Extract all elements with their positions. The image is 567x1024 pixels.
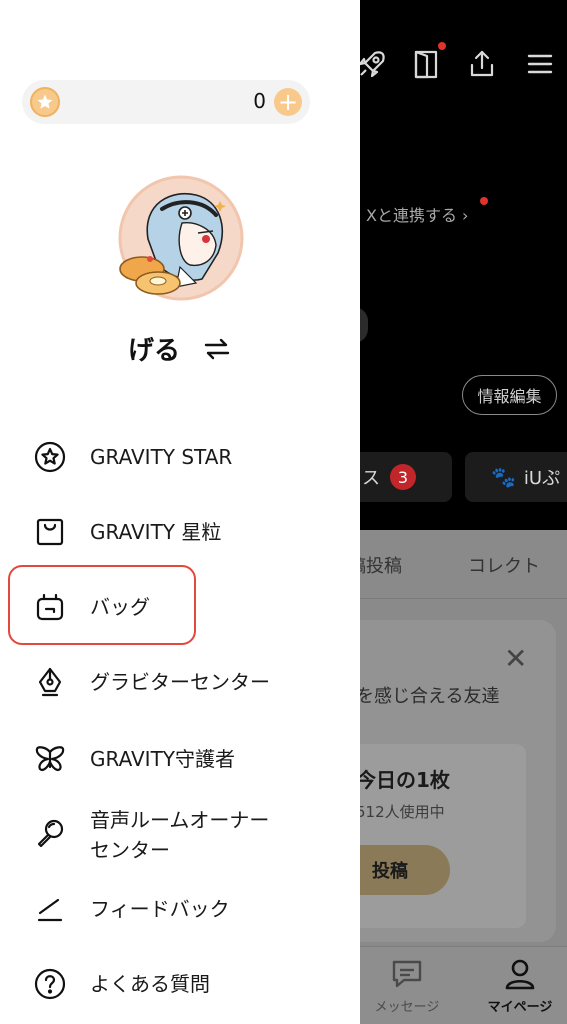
- nav-mypage[interactable]: マイページ: [475, 958, 565, 1015]
- switch-account-icon[interactable]: [202, 338, 232, 360]
- count-badge: 3: [390, 464, 416, 490]
- divider: [340, 598, 567, 599]
- edit-icon: [37, 898, 63, 922]
- menu-gravity-guardian[interactable]: GRAVITY守護者: [34, 743, 334, 775]
- highlight-outline: [8, 565, 196, 645]
- menu-label: GRAVITY STAR: [90, 445, 233, 469]
- close-icon[interactable]: ✕: [504, 642, 527, 675]
- menu-voice-room-center[interactable]: 音声ルームオーナー センター: [34, 805, 334, 865]
- notification-dot: [438, 42, 446, 50]
- x-link-dot: [480, 197, 488, 205]
- coin-count: 0: [253, 89, 266, 113]
- edit-profile-button[interactable]: 情報編集: [462, 375, 557, 415]
- nav-messages-label: メッセージ: [374, 1000, 440, 1015]
- chip-2-label: iUぷ: [523, 468, 561, 489]
- username: げる: [127, 336, 180, 366]
- door-icon[interactable]: [406, 44, 446, 84]
- menu-faq[interactable]: よくある質問: [34, 968, 334, 1000]
- question-circle-icon: [34, 968, 66, 1000]
- menu-gravity-grain[interactable]: GRAVITY 星粒: [34, 516, 334, 548]
- menu-label: よくある質問: [90, 972, 210, 996]
- menu-gravity-star[interactable]: GRAVITY STAR: [34, 441, 334, 473]
- today-title: 今日の1枚: [356, 768, 450, 792]
- butterfly-icon: [35, 746, 65, 771]
- nav-messages[interactable]: メッセージ: [362, 958, 452, 1015]
- paw-icon: 🐾: [491, 465, 516, 489]
- today-users: 512人使用中: [356, 803, 445, 821]
- shopping-bag-icon: [36, 518, 64, 546]
- menu-label: 音声ルームオーナー センター: [90, 808, 270, 862]
- menu-label: フィードバック: [90, 897, 230, 921]
- x-link[interactable]: Xと連携する ›: [366, 202, 468, 226]
- nav-mypage-label: マイページ: [487, 1000, 553, 1015]
- side-drawer: 0 + げる GRAVITY STAR GRAVITY 星粒 バッグ グラビター…: [0, 0, 360, 1024]
- message-icon: [392, 960, 422, 988]
- card-text: を感じ合える友達: [356, 686, 500, 707]
- menu-label: GRAVITY守護者: [90, 747, 235, 771]
- avatar[interactable]: [118, 175, 244, 301]
- share-icon[interactable]: [462, 44, 502, 84]
- tab-collect[interactable]: コレクト: [468, 552, 540, 578]
- coin-balance-bar[interactable]: 0 +: [22, 80, 310, 124]
- star-coin-icon: [30, 87, 60, 117]
- menu-label: GRAVITY 星粒: [90, 520, 222, 544]
- menu-icon[interactable]: [520, 44, 560, 84]
- star-badge-icon: [34, 441, 66, 473]
- menu-gravitor-center[interactable]: グラビターセンター: [34, 666, 334, 698]
- add-coins-button[interactable]: +: [274, 88, 302, 116]
- pen-nib-icon: [38, 667, 62, 697]
- user-icon: [505, 959, 535, 990]
- chip-2[interactable]: 🐾 iUぷ: [465, 452, 567, 502]
- chip-1-label: ス: [362, 468, 380, 489]
- menu-feedback[interactable]: フィードバック: [34, 893, 334, 925]
- username-row: げる: [0, 330, 360, 367]
- microphone-icon: [37, 819, 64, 848]
- menu-label: グラビターセンター: [90, 670, 270, 694]
